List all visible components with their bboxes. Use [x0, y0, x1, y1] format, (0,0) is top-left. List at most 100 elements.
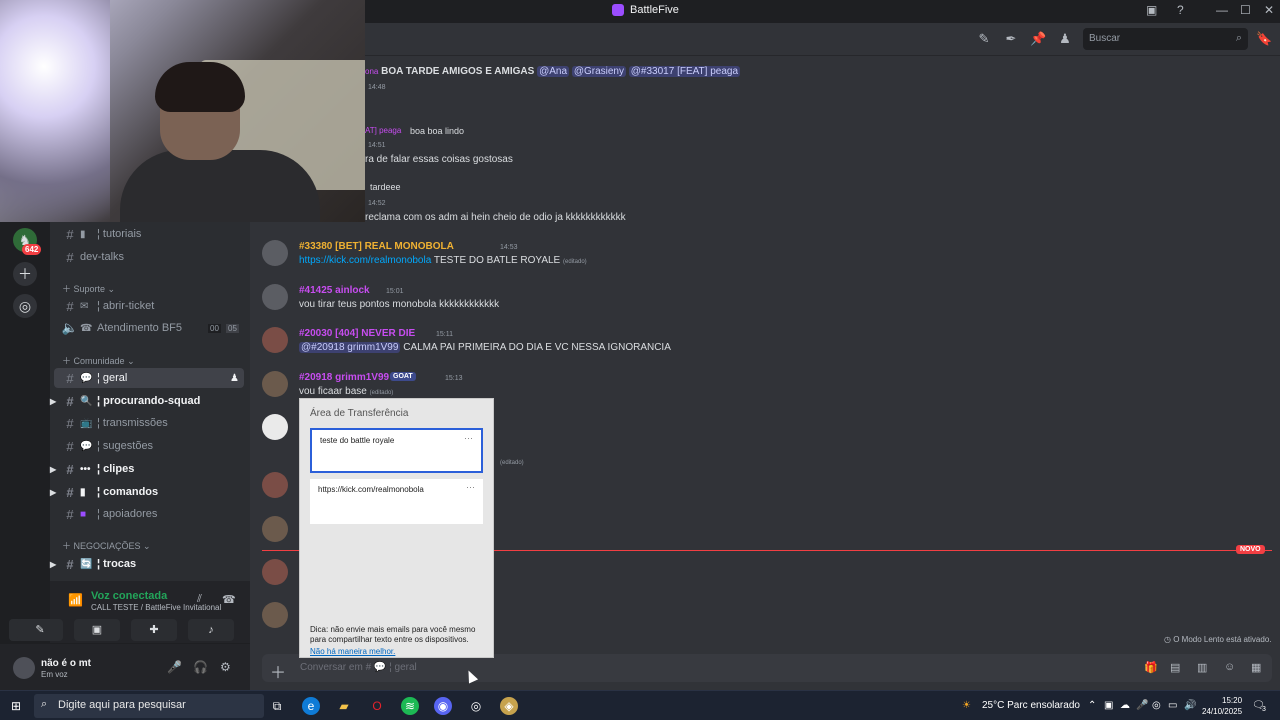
emoji-icon[interactable]: ☺ — [1224, 661, 1235, 673]
noise-suppression-icon[interactable]: ⫽ — [197, 593, 202, 606]
obs-icon[interactable]: ◎ — [467, 697, 485, 715]
microphone-icon[interactable]: 🎤 — [167, 660, 182, 674]
windows-taskbar: ⊞ ⌕ Digite aqui para pesquisar ⧉ e ▰ O ≋… — [0, 690, 1280, 720]
invite-icon[interactable]: ♟ — [230, 373, 239, 384]
search-input[interactable]: Buscar ⌕ — [1083, 28, 1248, 50]
channel-sugestoes[interactable]: # 💬 ¦ sugestões — [54, 436, 244, 456]
user-mention[interactable]: @Ana — [537, 66, 570, 77]
message-author[interactable]: #41425 ainlock — [299, 285, 370, 296]
screen-share-icon[interactable]: ▣ — [1146, 3, 1157, 17]
notification-mute-icon[interactable]: ✒ — [1003, 31, 1019, 47]
clock[interactable]: 15:20 24/10/2025 — [1202, 695, 1242, 717]
settings-gear-icon[interactable]: ⚙ — [220, 660, 231, 674]
message-author[interactable]: #20918 grimm1V99 — [299, 372, 389, 383]
channel-tutoriais[interactable]: # ▮ ¦ tutoriais — [54, 224, 244, 244]
user-mention[interactable]: @#20918 grimm1V99 — [299, 342, 401, 353]
message-link[interactable]: https://kick.com/realmonobola — [299, 255, 431, 266]
disconnect-icon[interactable]: ☎ — [222, 593, 236, 606]
weather-text[interactable]: 25°C Parc ensolarado — [982, 700, 1080, 711]
clipboard-tip-link[interactable]: Não há maneira melhor. — [310, 647, 395, 656]
windows-start-icon[interactable]: ⊞ — [7, 697, 25, 715]
avatar[interactable] — [262, 327, 288, 353]
app-icon[interactable]: ◈ — [500, 697, 518, 715]
avatar[interactable] — [262, 371, 288, 397]
edited-label: (editado) — [500, 460, 524, 466]
attach-plus-icon[interactable]: ＋ — [270, 659, 286, 683]
message-author[interactable]: AT] peaga — [365, 126, 401, 135]
signal-icon[interactable]: 📶 — [68, 593, 83, 607]
edge-browser-icon[interactable]: e — [302, 697, 320, 715]
activities-button[interactable]: ✚ — [131, 619, 177, 641]
discord-icon[interactable]: ◉ — [434, 697, 452, 715]
username[interactable]: não é o mt — [41, 658, 91, 669]
file-explorer-icon[interactable]: ▰ — [335, 697, 353, 715]
opera-icon[interactable]: O — [368, 697, 386, 715]
channel-geral[interactable]: # 💬 ¦ geral ♟ — [54, 368, 244, 388]
message-composer[interactable]: ＋ Conversar em # 💬 ¦ geral 🎁 ▤ ▥ ☺ ▦ — [262, 654, 1272, 682]
new-messages-badge: NOVO — [1236, 545, 1265, 554]
clipboard-item[interactable]: https://kick.com/realmonobola ··· — [310, 479, 483, 524]
expand-arrow-icon[interactable]: ▶ — [50, 488, 56, 497]
network-icon[interactable]: ▭ — [1168, 700, 1177, 711]
inbox-icon[interactable]: 🔖 — [1256, 31, 1272, 47]
volume-icon[interactable]: 🔊 — [1184, 700, 1196, 711]
task-view-icon[interactable]: ⧉ — [268, 697, 286, 715]
expand-arrow-icon[interactable]: ▶ — [50, 397, 56, 406]
channel-trocas[interactable]: ▶ # 🔄 ¦ trocas — [50, 554, 244, 574]
add-server-icon[interactable]: ＋ — [13, 262, 37, 286]
category-suporte[interactable]: ＋ Suporte ⌄ — [62, 282, 115, 295]
channel-transmissoes[interactable]: # 📺 ¦ transmissões — [54, 413, 244, 433]
spotify-icon[interactable]: ≋ — [401, 697, 419, 715]
more-options-icon[interactable]: ··· — [466, 482, 475, 492]
expand-arrow-icon[interactable]: ▶ — [50, 465, 56, 474]
taskbar-search[interactable]: ⌕ Digite aqui para pesquisar — [34, 694, 264, 718]
avatar[interactable] — [13, 657, 35, 679]
channel-procurando-squad[interactable]: ▶ # 🔍 ¦ procurando-squad — [50, 391, 244, 411]
headphones-icon[interactable]: 🎧 — [193, 660, 208, 674]
category-comunidade[interactable]: ＋ Comunidade ⌄ — [62, 354, 135, 367]
gif-icon[interactable]: ▤ — [1170, 661, 1180, 674]
avatar[interactable] — [262, 284, 288, 310]
threads-icon[interactable]: ✎ — [976, 31, 992, 47]
gift-icon[interactable]: 🎁 — [1144, 661, 1158, 674]
tray-app-icon[interactable]: ▣ — [1104, 700, 1113, 711]
clipboard-item[interactable]: teste do battle royale ··· — [310, 428, 483, 473]
avatar[interactable] — [262, 472, 288, 498]
sticker-icon[interactable]: ▥ — [1197, 661, 1207, 674]
channel-comandos[interactable]: ▶ # ▮ ¦ comandos — [50, 482, 244, 502]
channel-abrir-ticket[interactable]: # ✉ ¦ abrir-ticket — [54, 296, 244, 316]
close-button[interactable]: ✕ — [1264, 3, 1274, 17]
tray-app-icon[interactable]: ☁ — [1120, 700, 1130, 711]
member-list-icon[interactable]: ♟ — [1057, 31, 1073, 47]
soundboard-button[interactable]: ♪ — [188, 619, 234, 641]
discover-icon[interactable]: ◎ — [13, 294, 37, 318]
maximize-button[interactable]: ☐ — [1240, 3, 1251, 17]
message-author[interactable]: #33380 [BET] REAL MONOBOLA — [299, 241, 454, 252]
voice-channel-atendimento[interactable]: 🔈 ☎ Atendimento BF5 00 05 — [54, 318, 244, 338]
avatar[interactable] — [262, 602, 288, 628]
tray-app-icon[interactable]: ◎ — [1152, 700, 1161, 711]
minimize-button[interactable]: — — [1216, 3, 1228, 17]
avatar[interactable] — [262, 240, 288, 266]
channel-apoiadores[interactable]: # ■ ¦ apoiadores — [54, 504, 244, 524]
expand-arrow-icon[interactable]: ▶ — [50, 560, 56, 569]
category-negociacoes[interactable]: ＋ NEGOCIAÇÕES ⌄ — [62, 539, 151, 552]
user-mention[interactable]: @#33017 [FEAT] peaga — [628, 66, 741, 77]
pin-icon[interactable]: 📌 — [1030, 31, 1046, 47]
screen-share-button[interactable]: ▣ — [74, 619, 120, 641]
avatar[interactable] — [262, 414, 288, 440]
microphone-icon[interactable]: 🎤 — [1136, 700, 1148, 711]
user-mention[interactable]: @Grasieny — [571, 66, 626, 77]
channel-emoji-icon: 💬 — [373, 662, 387, 673]
channel-dev-talks[interactable]: # dev-talks — [54, 247, 244, 267]
tray-expand-icon[interactable]: ⌃ — [1088, 700, 1096, 711]
avatar[interactable] — [262, 559, 288, 585]
camera-button[interactable]: ✎ — [17, 619, 63, 641]
more-options-icon[interactable]: ··· — [464, 433, 473, 443]
apps-icon[interactable]: ▦ — [1251, 661, 1261, 674]
message-author[interactable]: #20030 [404] NEVER DIE — [299, 328, 415, 339]
avatar[interactable] — [262, 516, 288, 542]
channel-clipes[interactable]: ▶ # ••• ¦ clipes — [50, 459, 244, 479]
message-text: tardeee — [370, 182, 401, 192]
help-icon[interactable]: ? — [1177, 3, 1184, 17]
